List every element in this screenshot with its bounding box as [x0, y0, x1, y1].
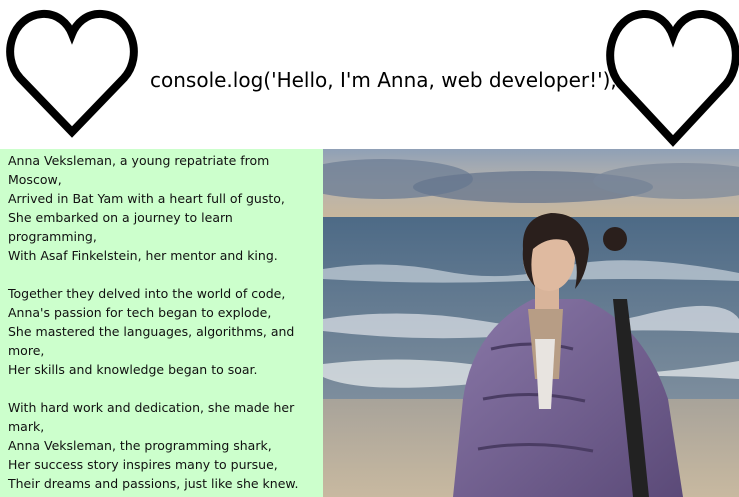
- heart-outline-icon: [606, 9, 739, 147]
- poem-line: Their dreams and passions, just like she…: [8, 476, 299, 491]
- poem-line: With Asaf Finkelstein, her mentor and ki…: [8, 248, 278, 263]
- poem-line: mark,: [8, 419, 45, 434]
- poem-line: Moscow,: [8, 172, 62, 187]
- header: console.log('Hello, I'm Anna, web develo…: [0, 0, 739, 149]
- poem-line: With hard work and dedication, she made …: [8, 400, 295, 415]
- poem-stanza: With hard work and dedication, she made …: [8, 398, 317, 493]
- poem-stanza: Anna Veksleman, a young repatriate from …: [8, 151, 317, 265]
- profile-photo: [323, 149, 739, 497]
- poem-line: Her success story inspires many to pursu…: [8, 457, 278, 472]
- poem-line: Anna Veksleman, the programming shark,: [8, 438, 272, 453]
- poem-line: programming,: [8, 229, 97, 244]
- poem-line: Anna Veksleman, a young repatriate from: [8, 153, 270, 168]
- poem-line: Together they delved into the world of c…: [8, 286, 286, 301]
- heart-outline-icon: [6, 9, 138, 138]
- poem-line: Arrived in Bat Yam with a heart full of …: [8, 191, 285, 206]
- greeting-text: console.log('Hello, I'm Anna, web develo…: [150, 68, 618, 92]
- poem-line: She mastered the languages, algorithms, …: [8, 324, 295, 339]
- poem-stanza: Together they delved into the world of c…: [8, 284, 317, 379]
- poem-line: Her skills and knowledge began to soar.: [8, 362, 258, 377]
- page: console.log('Hello, I'm Anna, web develo…: [0, 0, 739, 497]
- poem-line: She embarked on a journey to learn: [8, 210, 233, 225]
- poem-panel: Anna Veksleman, a young repatriate from …: [0, 149, 323, 497]
- poem-line: more,: [8, 343, 45, 358]
- poem-line: Anna's passion for tech began to explode…: [8, 305, 272, 320]
